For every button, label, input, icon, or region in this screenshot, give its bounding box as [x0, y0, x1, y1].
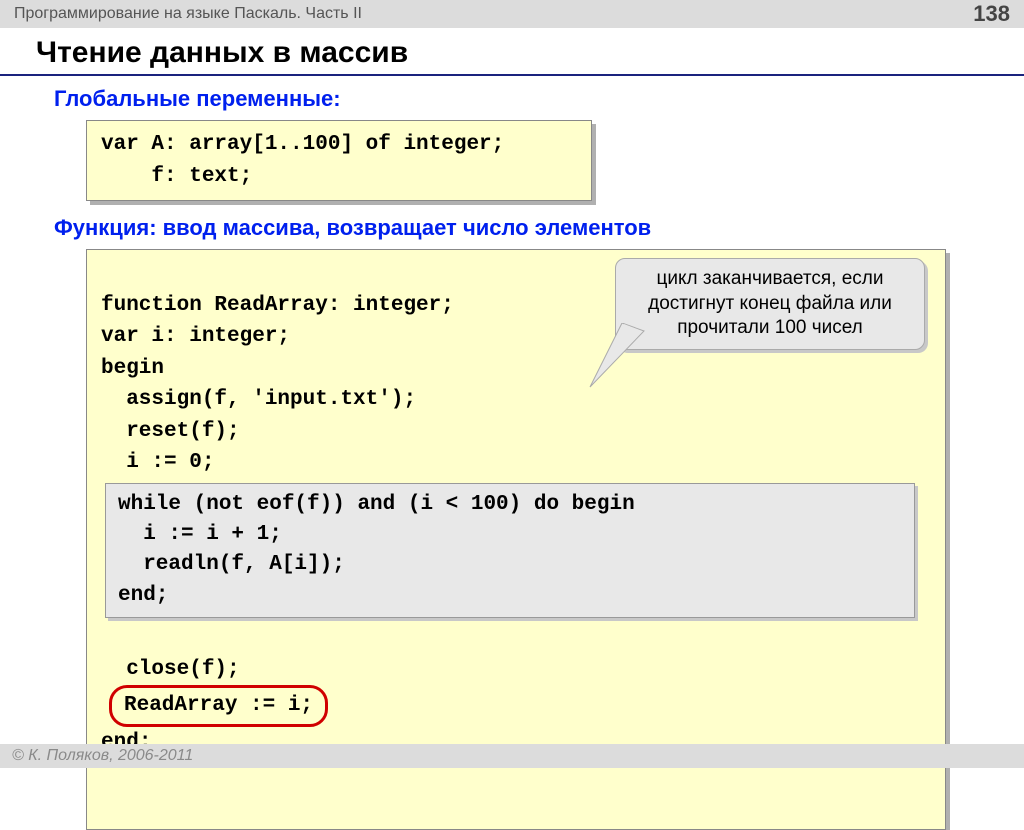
content-area: Глобальные переменные: var A: array[1..1…	[0, 86, 1024, 830]
code-loop-box: while (not eof(f)) and (i < 100) do begi…	[105, 483, 915, 619]
copyright: © К. Поляков, 2006-2011	[12, 747, 193, 764]
footer-bar: © К. Поляков, 2006-2011	[0, 744, 1024, 768]
section-function: Функция: ввод массива, возвращает число …	[54, 215, 970, 241]
callout-bubble: цикл заканчивается, если достигнут конец…	[615, 258, 925, 350]
callout-tail-icon	[586, 323, 656, 393]
code-close: close(f);	[101, 658, 240, 681]
slide-title: Чтение данных в массив	[36, 36, 988, 70]
code-function: function ReadArray: integer; var i: inte…	[86, 249, 946, 830]
code-pre: function ReadArray: integer; var i: inte…	[101, 294, 454, 475]
course-title: Программирование на языке Паскаль. Часть…	[14, 5, 362, 23]
code-globals: var A: array[1..100] of integer; f: text…	[86, 120, 592, 201]
page-number: 138	[973, 1, 1010, 27]
code-return-highlight: ReadArray := i;	[109, 685, 328, 727]
header-bar: Программирование на языке Паскаль. Часть…	[0, 0, 1024, 28]
title-row: Чтение данных в массив	[0, 28, 1024, 76]
callout-text: цикл заканчивается, если достигнут конец…	[648, 268, 892, 338]
section-globals: Глобальные переменные:	[54, 86, 970, 112]
